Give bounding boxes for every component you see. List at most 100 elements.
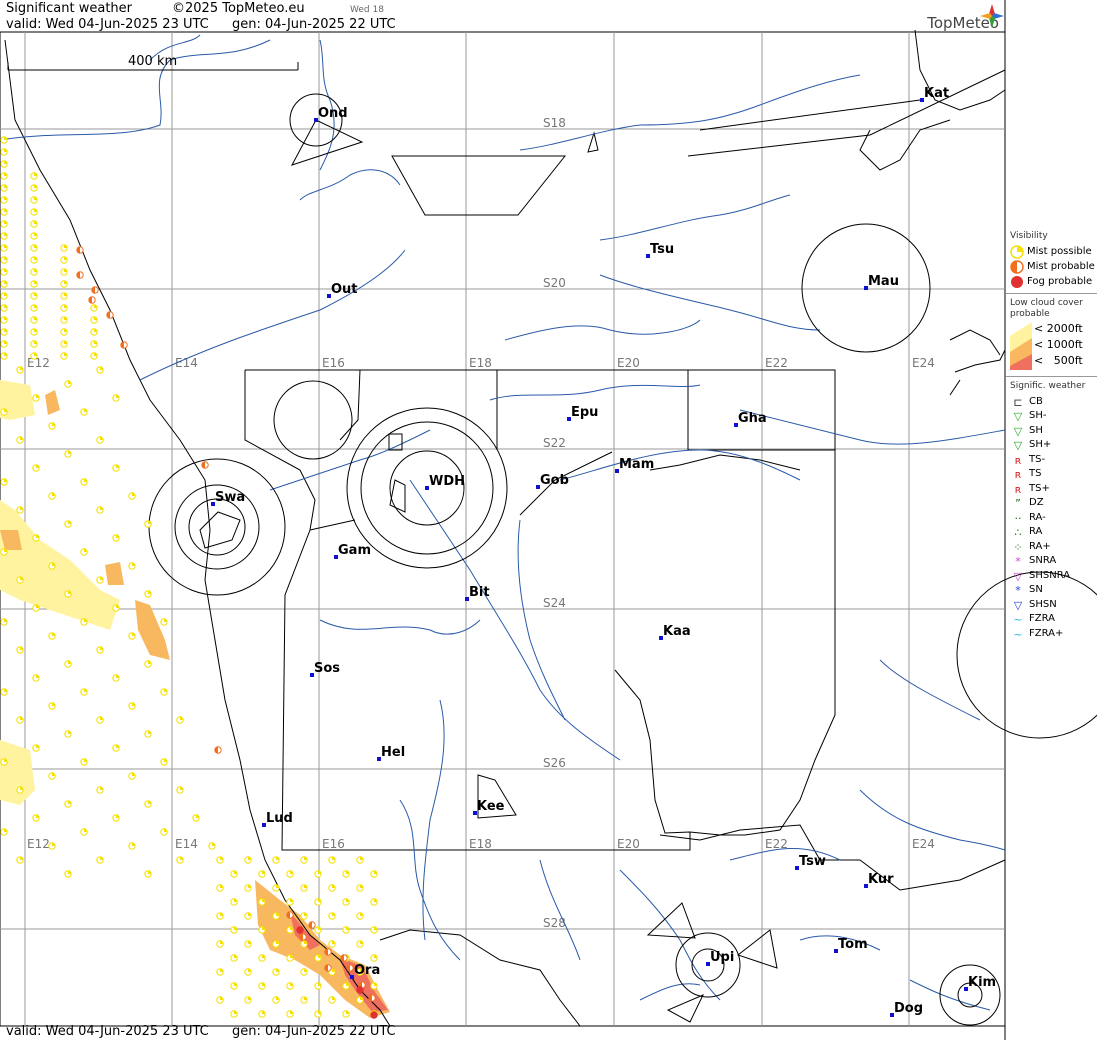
mist-possible-icon (30, 172, 38, 180)
legend-label: Fog probable (1027, 276, 1093, 287)
mist-possible-icon (64, 660, 72, 668)
mist-possible-icon (16, 646, 24, 654)
lon-label-e20: E20 (617, 356, 640, 370)
mist-possible-icon (30, 244, 38, 252)
legend-sigwx-row: ▽ SH+ (1010, 438, 1097, 453)
legend-label: RA+ (1029, 540, 1051, 552)
mist-possible-icon (112, 604, 120, 612)
mist-possible-icon (0, 160, 8, 168)
mist-possible-icon (230, 898, 238, 906)
mist-possible-icon (244, 884, 252, 892)
mist-possible-icon (300, 912, 308, 920)
footer-valid-time: valid: Wed 04-Jun-2025 23 UTC (6, 1024, 209, 1039)
city-label-sos: Sos (314, 661, 340, 676)
mist-possible-icon (272, 940, 280, 948)
legend-sigwx-row: * SNRA (1010, 554, 1097, 569)
city-label-upi: Upi (710, 950, 734, 965)
mist-possible-icon (128, 842, 136, 850)
mist-possible-icon (32, 814, 40, 822)
mist-possible-icon (30, 352, 38, 360)
fzra-icon: ~ (1013, 613, 1022, 625)
mist-probable-icon (346, 964, 354, 972)
mist-possible-icon (300, 968, 308, 976)
lon-label-e18: E18 (469, 356, 492, 370)
lon-label-e16-lower: E16 (322, 837, 345, 851)
mist-possible-icon (286, 982, 294, 990)
mist-possible-icon (370, 870, 378, 878)
legend-fog-probable: Fog probable (1010, 274, 1097, 289)
mist-possible-icon (48, 422, 56, 430)
legend-sigwx-row: ʀ TS+ (1010, 481, 1097, 496)
mist-possible-icon (160, 758, 168, 766)
mist-possible-icon (30, 280, 38, 288)
mist-possible-icon (286, 954, 294, 962)
mist-possible-icon (144, 660, 152, 668)
mist-possible-icon (0, 256, 8, 264)
mist-possible-icon (328, 996, 336, 1004)
mist-possible-icon (0, 478, 8, 486)
shsn-icon: ▽ (1014, 599, 1023, 611)
mist-possible-icon (48, 492, 56, 500)
city-label-gha: Gha (738, 411, 767, 426)
mist-possible-icon (96, 786, 104, 794)
lon-label-e12-lower: E12 (27, 837, 50, 851)
mist-possible-icon (60, 280, 68, 288)
mist-probable-icon (76, 271, 84, 279)
mist-possible-icon (0, 232, 8, 240)
mist-possible-icon (160, 618, 168, 626)
mist-probable-icon (91, 286, 99, 294)
lon-label-e18-lower: E18 (469, 837, 492, 851)
city-label-tom: Tom (838, 937, 868, 952)
mist-possible-icon (244, 912, 252, 920)
mist-possible-icon (356, 996, 364, 1004)
mist-possible-icon (30, 220, 38, 228)
legend-sigwx-row: ” DZ (1010, 496, 1097, 511)
legend-sigwx-row: ~ FZRA (1010, 612, 1097, 627)
footer-generated-time: gen: 04-Jun-2025 22 UTC (232, 1024, 396, 1039)
legend-sigwx-row: ʀ TS- (1010, 452, 1097, 467)
mist-possible-icon (370, 926, 378, 934)
mist-possible-icon (16, 506, 24, 514)
ra-icon: ∴ (1015, 526, 1022, 538)
fog-icon (370, 1011, 378, 1019)
legend-sigwx-title: Signific. weather (1010, 381, 1086, 391)
snra-icon: * (1015, 555, 1021, 567)
sh-minus-icon: ▽ (1014, 410, 1023, 422)
mist-possible-icon (300, 856, 308, 864)
shsnra-icon: ▽ (1014, 570, 1023, 582)
mist-possible-icon (48, 772, 56, 780)
mist-possible-icon (230, 1010, 238, 1018)
fzra-plus-icon: ~ (1013, 628, 1022, 640)
mist-possible-icon (30, 340, 38, 348)
mist-possible-icon (32, 604, 40, 612)
mist-possible-icon (370, 898, 378, 906)
mist-possible-icon (0, 148, 8, 156)
legend-label: DZ (1029, 497, 1044, 509)
city-label-kee: Kee (477, 799, 505, 814)
mist-possible-icon (0, 244, 8, 252)
city-label-ond: Ond (318, 106, 348, 121)
lon-label-e20-lower: E20 (617, 837, 640, 851)
city-label-epu: Epu (571, 405, 598, 420)
mist-possible-icon (90, 316, 98, 324)
lat-label-s18: S18 (543, 116, 566, 130)
mist-possible-icon (300, 940, 308, 948)
mist-possible-icon (1010, 244, 1024, 259)
city-label-mam: Mam (619, 457, 654, 472)
weather-areas (148, 93, 1097, 1026)
mist-possible-icon (0, 196, 8, 204)
svg-text:▽: ▽ (1014, 425, 1023, 437)
mist-possible-icon (258, 1010, 266, 1018)
mist-possible-icon (356, 856, 364, 864)
mist-possible-icon (90, 340, 98, 348)
legend-sigwx-row: ▽ SH (1010, 423, 1097, 438)
mist-possible-icon (112, 534, 120, 542)
svg-text:*: * (1015, 584, 1021, 596)
legend-sigwx-row: ▽ SHSN (1010, 597, 1097, 612)
mist-possible-icon (342, 982, 350, 990)
mist-possible-icon (356, 884, 364, 892)
mist-possible-icon (286, 926, 294, 934)
mist-possible-icon (0, 408, 8, 416)
ts-plus-icon: ʀ (1015, 483, 1022, 495)
low-cloud-label-2000: < 2000ft (1034, 322, 1083, 335)
